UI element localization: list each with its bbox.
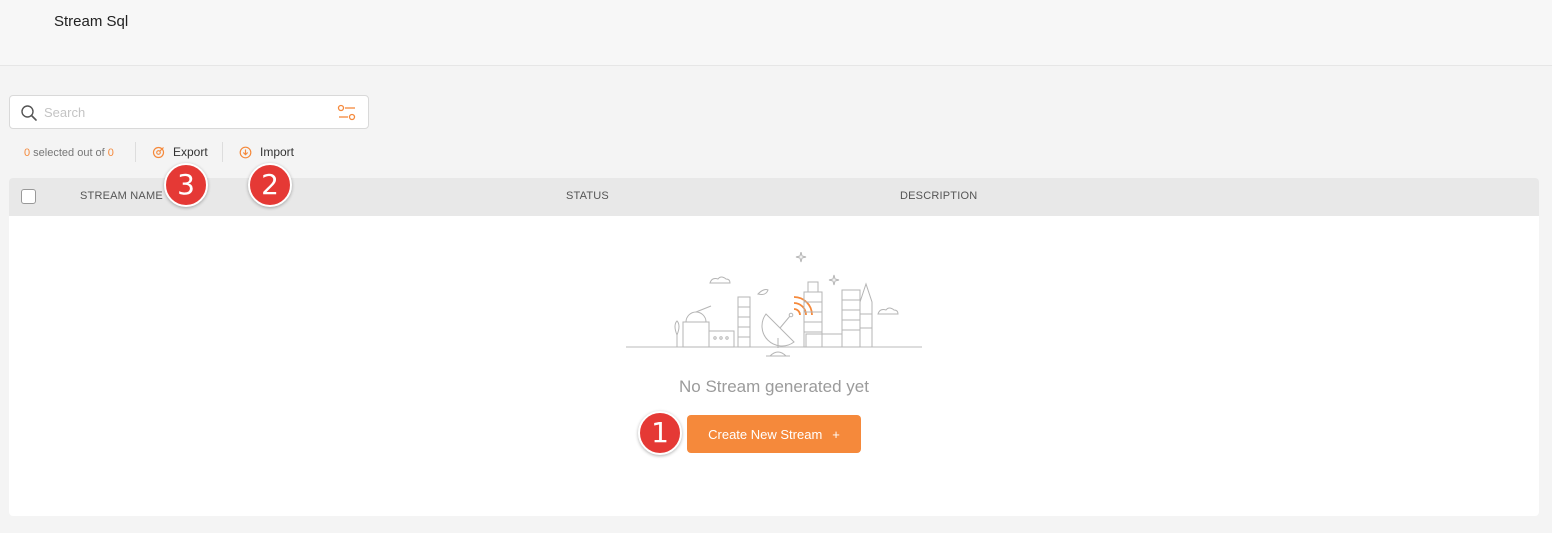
column-header-status[interactable]: STATUS <box>566 190 609 202</box>
select-all-checkbox[interactable] <box>21 189 36 204</box>
export-label: Export <box>173 145 208 159</box>
column-header-stream-name[interactable]: STREAM NAME <box>80 190 163 202</box>
column-header-description[interactable]: DESCRIPTION <box>900 190 977 202</box>
divider <box>222 142 223 162</box>
selection-middle-text: selected out of <box>30 147 108 159</box>
divider <box>135 142 136 162</box>
top-bar: Stream Sql <box>0 0 1552 66</box>
export-button[interactable]: Export <box>152 144 208 160</box>
create-button-label: Create New Stream <box>708 426 823 442</box>
import-icon <box>239 146 252 158</box>
selection-count: 0 selected out of 0 <box>24 147 114 159</box>
search-box[interactable] <box>9 95 369 129</box>
page-title: Stream Sql <box>54 13 129 30</box>
table-header: STREAM NAME STATUS DESCRIPTION <box>9 178 1539 216</box>
annotation-badge-2: 2 <box>248 163 292 207</box>
satellite-dish-city-illustration <box>626 252 922 357</box>
export-icon <box>152 146 165 158</box>
search-icon <box>21 105 37 121</box>
plus-icon: + <box>832 426 840 442</box>
create-new-stream-button[interactable]: Create New Stream + <box>687 415 861 453</box>
filter-icon[interactable] <box>337 104 357 122</box>
table-body: No Stream generated yet Create New Strea… <box>9 216 1539 516</box>
annotation-badge-3: 3 <box>164 163 208 207</box>
import-label: Import <box>260 145 295 159</box>
import-button[interactable]: Import <box>239 144 294 160</box>
empty-state-message: No Stream generated yet <box>679 377 869 396</box>
search-input[interactable] <box>44 102 324 122</box>
annotation-badge-1: 1 <box>638 411 682 455</box>
total-count: 0 <box>107 147 114 159</box>
